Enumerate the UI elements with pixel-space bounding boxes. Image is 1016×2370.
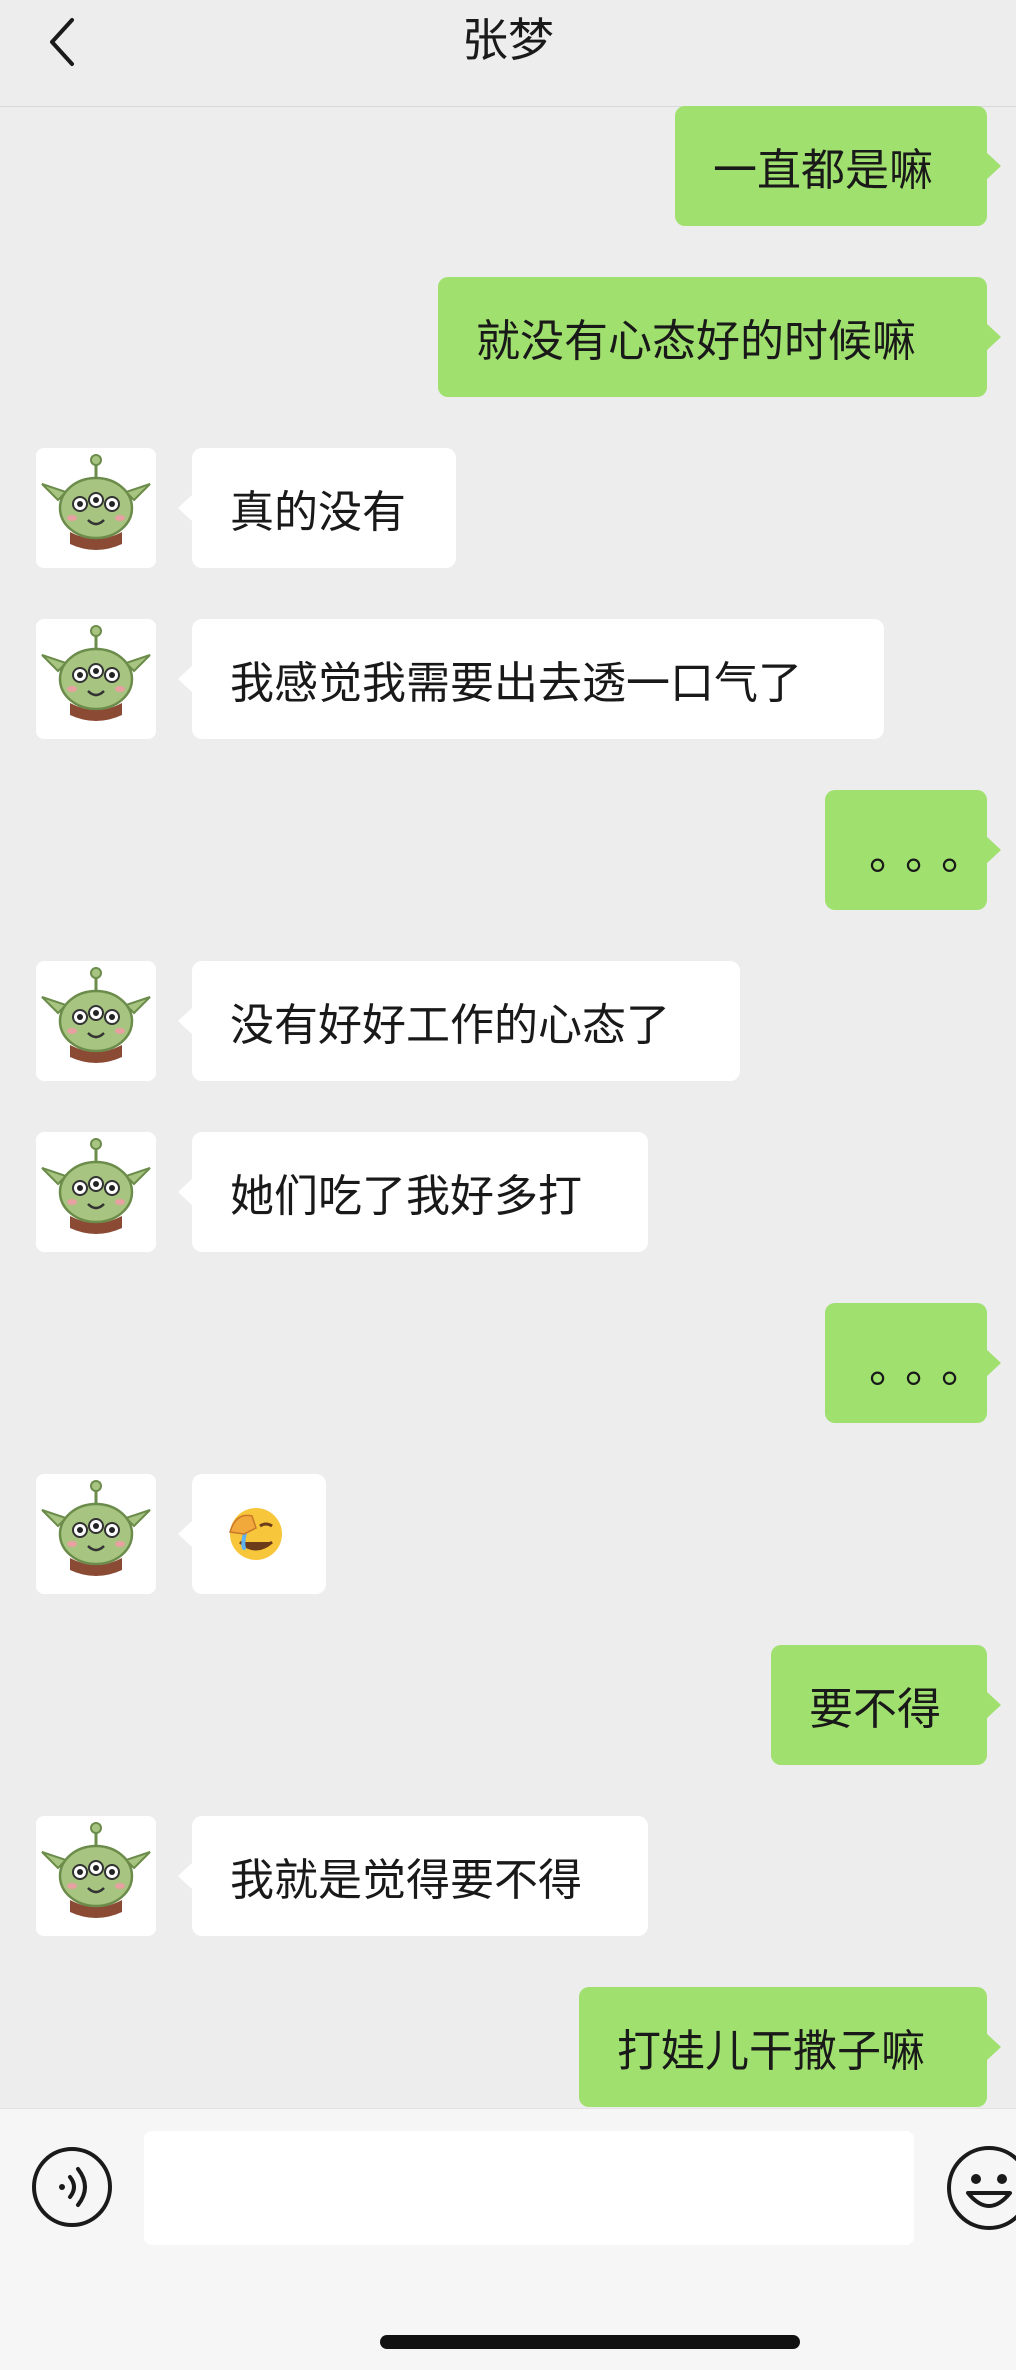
message-text: 没有好好工作的心态了 — [230, 1000, 670, 1051]
message-incoming[interactable]: 我就是觉得要不得 — [178, 1816, 648, 1936]
emoji-button[interactable] — [944, 2143, 1016, 2233]
alien-avatar-icon — [40, 1821, 152, 1920]
message-outgoing[interactable]: 就没有心态好的时候嘛 — [438, 277, 1001, 397]
message-outgoing[interactable]: 一直都是嘛 — [675, 106, 1001, 226]
avatar[interactable] — [36, 1474, 156, 1594]
message-text: 她们吃了我好多打 — [230, 1171, 582, 1222]
message-text: 。。。 — [869, 829, 999, 880]
message-text: 就没有心态好的时候嘛 — [476, 316, 916, 367]
smiley-icon — [947, 2146, 1016, 2230]
message-input[interactable] — [144, 2131, 914, 2245]
message-outgoing[interactable]: 要不得 — [771, 1645, 1001, 1765]
message-text: 一直都是嘛 — [713, 145, 933, 196]
avatar[interactable] — [36, 1132, 156, 1252]
alien-avatar-icon — [40, 966, 152, 1065]
home-indicator — [380, 2335, 800, 2349]
message-incoming[interactable]: 没有好好工作的心态了 — [178, 961, 740, 1081]
voice-icon — [32, 2147, 112, 2227]
message-text: 我就是觉得要不得 — [230, 1855, 582, 1906]
message-outgoing[interactable]: 打娃儿干撒子嘛 — [579, 1987, 1001, 2107]
message-incoming[interactable]: 她们吃了我好多打 — [178, 1132, 648, 1252]
message-outgoing[interactable]: 。。。 — [825, 1303, 1001, 1423]
alien-avatar-icon — [40, 453, 152, 552]
avatar[interactable] — [36, 619, 156, 739]
chat-header: 张梦 — [0, 0, 1016, 107]
message-text: 。。。 — [869, 1342, 999, 1393]
message-text: 我感觉我需要出去透一口气了 — [230, 658, 802, 709]
message-text: 要不得 — [809, 1684, 941, 1735]
voice-button[interactable] — [30, 2145, 114, 2229]
avatar[interactable] — [36, 961, 156, 1081]
message-incoming[interactable]: 我感觉我需要出去透一口气了 — [178, 619, 884, 739]
message-outgoing[interactable]: 。。。 — [825, 790, 1001, 910]
message-text: 打娃儿干撒子嘛 — [617, 2026, 925, 2077]
page-title: 张梦 — [462, 13, 554, 67]
message-text: 真的没有 — [230, 487, 406, 538]
message-incoming[interactable] — [178, 1474, 326, 1594]
alien-avatar-icon — [40, 1479, 152, 1578]
avatar[interactable] — [36, 1816, 156, 1936]
avatar[interactable] — [36, 448, 156, 568]
input-bar — [0, 2108, 1016, 2370]
alien-avatar-icon — [40, 624, 152, 723]
face-palm-crying-emoji-icon — [229, 1508, 282, 1560]
alien-avatar-icon — [40, 1137, 152, 1236]
message-incoming[interactable]: 真的没有 — [178, 448, 456, 568]
